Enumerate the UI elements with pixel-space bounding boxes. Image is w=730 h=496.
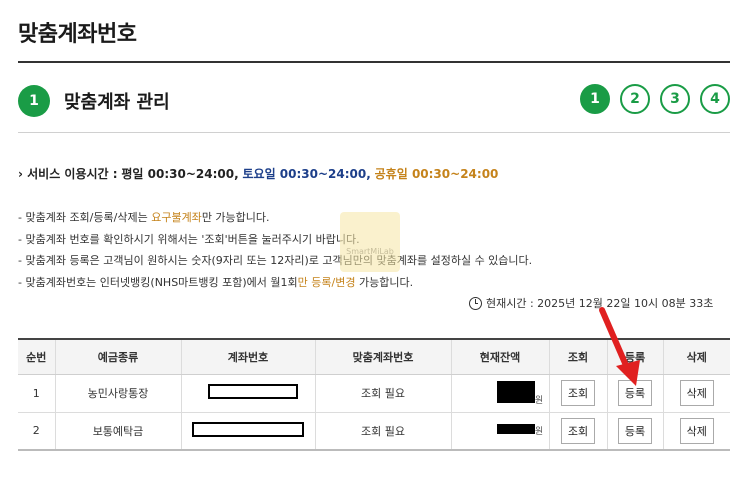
notice-item: - 맞춤계좌 조회/등록/삭제는 요구불계좌만 가능합니다. — [18, 211, 270, 224]
clock-icon — [469, 296, 482, 310]
view-button[interactable]: 조회 — [560, 380, 596, 406]
view-button[interactable]: 조회 — [560, 417, 596, 444]
redacted-balance — [496, 424, 535, 435]
step-3: 3 — [660, 84, 690, 114]
row-view-cell: 조회 — [548, 412, 607, 451]
redacted-account — [208, 384, 298, 399]
col-header-delete: 삭제 — [662, 338, 730, 375]
title-divider — [18, 61, 730, 63]
step-4: 4 — [700, 84, 730, 114]
row-no: 2 — [18, 412, 55, 451]
row-no: 1 — [18, 374, 55, 413]
service-hours-holiday: 공휴일 00:30~24:00 — [374, 167, 499, 181]
col-header-custom: 맞춤계좌번호 — [314, 338, 451, 375]
row-type: 보통예탁금 — [54, 412, 181, 451]
row-custom: 조회 필요 — [314, 412, 451, 451]
service-hours-saturday: 토요일 00:30~24:00, — [242, 167, 371, 181]
service-hours: › 서비스 이용시간 : 평일 00:30~24:00, 토요일 00:30~2… — [18, 165, 498, 182]
current-time: 현재시간 : 2025년 12월 22일 10시 08분 33초 — [469, 295, 713, 311]
redacted-balance — [496, 380, 535, 403]
step-indicator: 1 2 3 4 — [580, 84, 730, 114]
page-title: 맞춤계좌번호 — [18, 22, 137, 47]
row-delete-cell: 삭제 — [662, 412, 730, 451]
step-1: 1 — [580, 84, 610, 114]
col-header-account: 계좌번호 — [180, 338, 315, 375]
step-2: 2 — [620, 84, 650, 114]
row-delete-cell: 삭제 — [662, 374, 730, 413]
row-balance: 원 — [450, 412, 549, 451]
col-header-no: 순번 — [18, 338, 55, 375]
section-header: 1 맞춤계좌 관리 1 2 3 4 — [18, 84, 730, 118]
red-arrow-annotation — [599, 307, 640, 386]
notice-item: - 맞춤계좌 등록은 고객님이 원하시는 숫자(9자리 또는 12자리)로 고객… — [18, 254, 533, 267]
delete-button[interactable]: 삭제 — [679, 417, 714, 444]
service-hours-label: › 서비스 이용시간 : — [18, 167, 118, 181]
delete-button[interactable]: 삭제 — [679, 380, 714, 406]
table-row: 2 보통예탁금 조회 필요 원 조회 등록 삭제 — [18, 412, 730, 451]
row-type: 농민사랑통장 — [54, 374, 181, 413]
notice-list: - 맞춤계좌 조회/등록/삭제는 요구불계좌만 가능합니다. - 맞춤계좌 번호… — [18, 207, 532, 293]
row-register-cell: 등록 — [606, 412, 663, 451]
notice-item: - 맞춤계좌 번호를 확인하시기 위해서는 '조회'버튼을 눌러주시기 바랍니다… — [18, 232, 360, 246]
register-button[interactable]: 등록 — [617, 417, 653, 444]
redacted-account — [192, 421, 304, 437]
row-account — [180, 412, 315, 451]
row-custom: 조회 필요 — [314, 374, 451, 413]
section-step-badge: 1 — [18, 85, 50, 117]
section-divider — [18, 132, 730, 133]
col-header-type: 예금종류 — [54, 338, 181, 375]
row-balance: 원 — [450, 374, 549, 413]
section-title: 맞춤계좌 관리 — [64, 92, 170, 113]
notice-item: - 맞춤계좌번호는 인터넷뱅킹(NHS마트뱅킹 포함)에서 월1회만 등록/변경… — [18, 275, 414, 289]
watermark: SmartMiLab — [340, 212, 400, 272]
row-account — [180, 374, 315, 413]
col-header-balance: 현재잔액 — [450, 338, 549, 375]
service-hours-weekday: 평일 00:30~24:00, — [121, 167, 239, 181]
